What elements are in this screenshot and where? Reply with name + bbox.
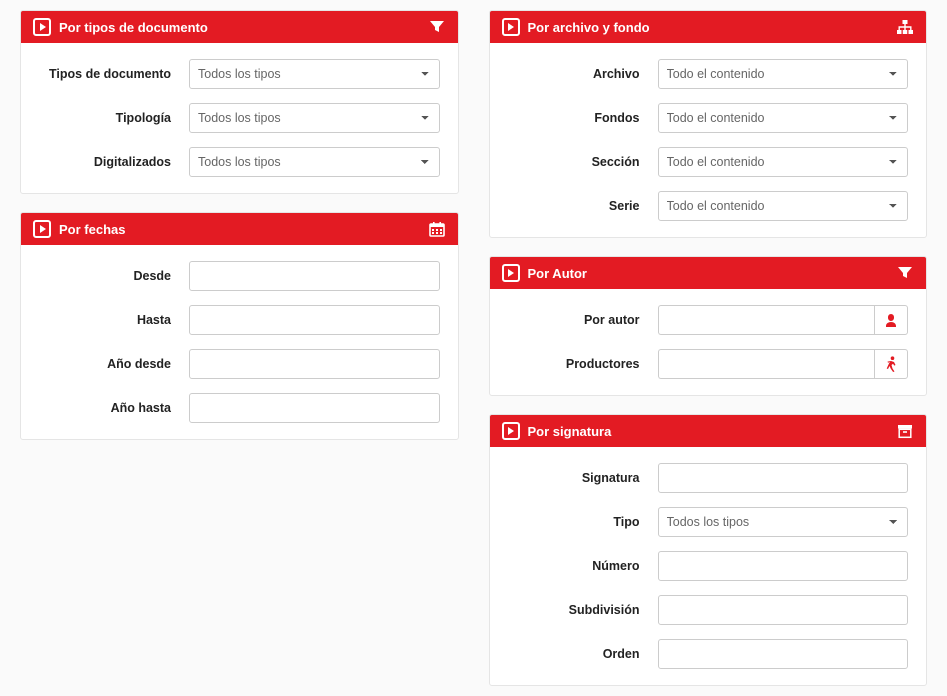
panel-title: Por signatura (528, 424, 897, 439)
panel-header-author[interactable]: Por Autor (490, 257, 927, 289)
ano-desde-input[interactable] (189, 349, 440, 379)
serie-label: Serie (508, 199, 658, 213)
panel-header-document-types[interactable]: Por tipos de documento (21, 11, 458, 43)
panel-archive: Por archivo y fondo Archivo Todo el cont… (489, 10, 928, 238)
fondos-select[interactable]: Todo el contenido (658, 103, 909, 133)
seccion-select[interactable]: Todo el contenido (658, 147, 909, 177)
tipo-select[interactable]: Todos los tipos (658, 507, 909, 537)
signatura-label: Signatura (508, 471, 658, 485)
desde-input[interactable] (189, 261, 440, 291)
serie-select[interactable]: Todo el contenido (658, 191, 909, 221)
archive-box-icon (896, 422, 914, 440)
panel-header-dates[interactable]: Por fechas (21, 213, 458, 245)
orden-label: Orden (508, 647, 658, 661)
tipos-de-documento-label: Tipos de documento (39, 67, 189, 81)
productores-label: Productores (508, 357, 658, 371)
productores-lookup-button[interactable] (874, 349, 908, 379)
digitalizados-select[interactable]: Todos los tipos (189, 147, 440, 177)
archivo-label: Archivo (508, 67, 658, 81)
panel-title: Por tipos de documento (59, 20, 428, 35)
ano-hasta-label: Año hasta (39, 401, 189, 415)
orden-input[interactable] (658, 639, 909, 669)
collapse-icon (502, 264, 520, 282)
panel-title: Por fechas (59, 222, 428, 237)
signatura-input[interactable] (658, 463, 909, 493)
panel-title: Por Autor (528, 266, 897, 281)
numero-input[interactable] (658, 551, 909, 581)
digitalizados-label: Digitalizados (39, 155, 189, 169)
numero-label: Número (508, 559, 658, 573)
panel-title: Por archivo y fondo (528, 20, 897, 35)
tipologia-select[interactable]: Todos los tipos (189, 103, 440, 133)
tipo-label: Tipo (508, 515, 658, 529)
walking-person-icon (884, 356, 898, 372)
archivo-select[interactable]: Todo el contenido (658, 59, 909, 89)
panel-signature: Por signatura Signatura Tipo Todos los t… (489, 414, 928, 686)
fondos-label: Fondos (508, 111, 658, 125)
ano-desde-label: Año desde (39, 357, 189, 371)
subdivision-label: Subdivisión (508, 603, 658, 617)
seccion-label: Sección (508, 155, 658, 169)
person-icon (883, 312, 899, 328)
collapse-icon (502, 18, 520, 36)
subdivision-input[interactable] (658, 595, 909, 625)
panel-document-types: Por tipos de documento Tipos de document… (20, 10, 459, 194)
filter-icon (428, 18, 446, 36)
calendar-icon (428, 220, 446, 238)
panel-header-archive[interactable]: Por archivo y fondo (490, 11, 927, 43)
collapse-icon (502, 422, 520, 440)
tipologia-label: Tipología (39, 111, 189, 125)
hierarchy-icon (896, 18, 914, 36)
collapse-icon (33, 220, 51, 238)
filter-icon (896, 264, 914, 282)
hasta-input[interactable] (189, 305, 440, 335)
panel-header-signature[interactable]: Por signatura (490, 415, 927, 447)
panel-dates: Por fechas Desde Hasta Año desde (20, 212, 459, 440)
hasta-label: Hasta (39, 313, 189, 327)
panel-author: Por Autor Por autor (489, 256, 928, 396)
collapse-icon (33, 18, 51, 36)
por-autor-label: Por autor (508, 313, 658, 327)
productores-input[interactable] (658, 349, 874, 379)
por-autor-input[interactable] (658, 305, 874, 335)
ano-hasta-input[interactable] (189, 393, 440, 423)
por-autor-lookup-button[interactable] (874, 305, 908, 335)
tipos-de-documento-select[interactable]: Todos los tipos (189, 59, 440, 89)
desde-label: Desde (39, 269, 189, 283)
